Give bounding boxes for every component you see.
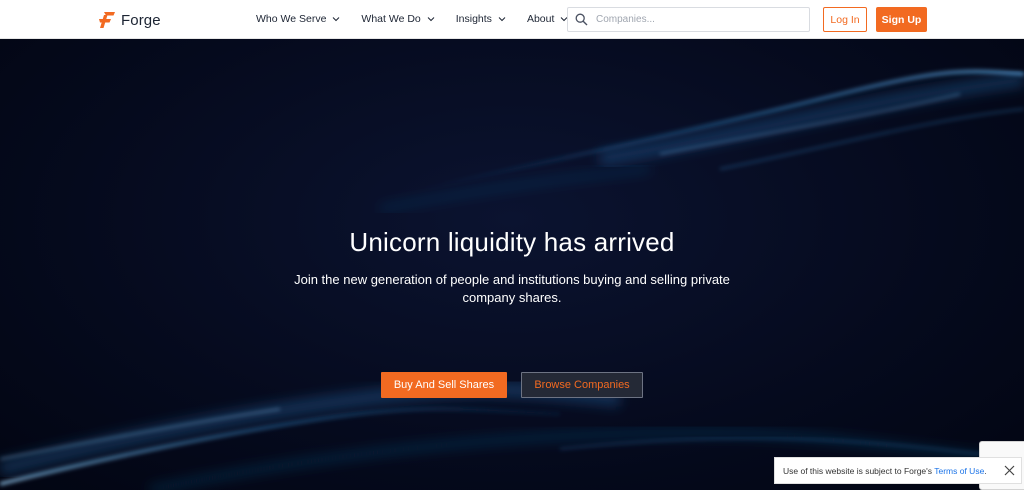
nav-label: Who We Serve bbox=[256, 13, 327, 25]
chevron-down-icon bbox=[333, 17, 340, 22]
nav-what-we-do[interactable]: What We Do bbox=[361, 13, 435, 25]
nav-label: About bbox=[526, 13, 555, 25]
hero-subtitle: Join the new generation of people and in… bbox=[294, 272, 730, 305]
close-icon[interactable] bbox=[1004, 465, 1015, 476]
nav-label: What We Do bbox=[361, 13, 421, 25]
hero-title: Unicorn liquidity has arrived bbox=[349, 227, 675, 257]
notice-prefix: Use of this website is subject to Forge'… bbox=[783, 465, 935, 476]
hero-section: Unicorn liquidity has arrived Join the n… bbox=[0, 39, 1024, 490]
browse-companies-button[interactable]: Browse Companies bbox=[521, 372, 643, 398]
login-button[interactable]: Log In bbox=[823, 7, 867, 32]
notice-suffix: . bbox=[984, 465, 987, 476]
site-header: Forge Who We Serve What We Do Insights A… bbox=[0, 0, 1024, 39]
signup-button[interactable]: Sign Up bbox=[876, 7, 927, 32]
chevron-down-icon bbox=[498, 17, 506, 22]
company-search bbox=[567, 7, 810, 32]
nav-insights[interactable]: Insights bbox=[456, 13, 506, 25]
nav-label: Insights bbox=[455, 13, 492, 25]
nav-about[interactable]: About bbox=[527, 13, 568, 25]
cookie-notice: Use of this website is subject to Forge'… bbox=[774, 457, 1022, 484]
forge-logo-icon bbox=[99, 12, 115, 28]
hero-wave-background bbox=[0, 70, 1024, 490]
terms-of-use-link[interactable]: Terms of Use bbox=[934, 466, 984, 476]
cookie-notice-text: Use of this website is subject to Forge'… bbox=[783, 466, 987, 476]
search-icon[interactable] bbox=[575, 13, 588, 26]
nav-who-we-serve[interactable]: Who We Serve bbox=[256, 13, 340, 25]
forge-logo[interactable]: Forge bbox=[97, 10, 161, 30]
main-nav: Who We Serve What We Do Insights About bbox=[256, 0, 589, 38]
logo-text: Forge bbox=[121, 11, 161, 29]
search-input[interactable] bbox=[596, 14, 796, 25]
buy-sell-shares-button[interactable]: Buy And Sell Shares bbox=[381, 372, 507, 398]
chevron-down-icon bbox=[427, 17, 435, 22]
